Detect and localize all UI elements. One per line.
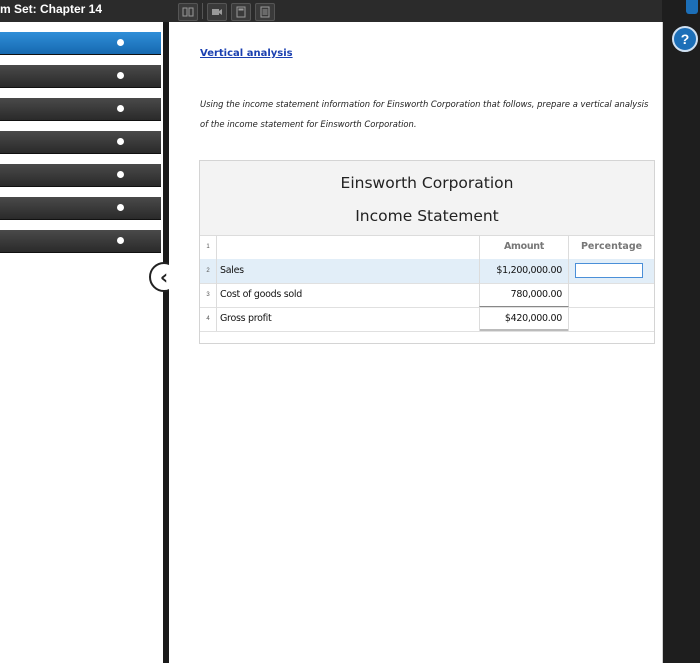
table-row: 2 Sales $1,200,000.00 xyxy=(200,259,654,284)
amount-cell: $420,000.00 xyxy=(479,307,569,331)
sales-percentage-input[interactable] xyxy=(575,263,643,278)
video-icon[interactable] xyxy=(207,3,227,21)
nav-item-1[interactable] xyxy=(0,32,161,55)
nav-dot-icon xyxy=(117,138,124,145)
percentage-cell[interactable] xyxy=(569,283,654,307)
nav-item-6[interactable] xyxy=(0,197,161,220)
nav-dot-icon xyxy=(117,171,124,178)
table-row: 3 Cost of goods sold 780,000.00 xyxy=(200,283,654,308)
expand-tab[interactable] xyxy=(686,0,698,14)
main-border xyxy=(662,22,663,663)
assignment-title: m Set: Chapter 14 xyxy=(0,2,103,16)
nav-item-7[interactable] xyxy=(0,230,161,253)
document-icon[interactable] xyxy=(255,3,275,21)
question-title-link[interactable]: Vertical analysis xyxy=(200,48,293,59)
row-number: 4 xyxy=(200,307,217,331)
help-button[interactable]: ? xyxy=(672,26,698,52)
amount-header: Amount xyxy=(479,235,569,259)
row-number: 1 xyxy=(200,235,217,259)
top-bar: m Set: Chapter 14 xyxy=(0,0,700,22)
toolbar-divider xyxy=(202,3,203,19)
percentage-cell xyxy=(569,259,654,283)
amount-cell: 780,000.00 xyxy=(479,283,569,307)
nav-item-3[interactable] xyxy=(0,98,161,121)
percentage-cell[interactable] xyxy=(569,307,654,331)
nav-item-4[interactable] xyxy=(0,131,161,154)
instructions: Using the income statement information f… xyxy=(200,99,649,129)
question-nav xyxy=(0,22,163,663)
nav-item-5[interactable] xyxy=(0,164,161,187)
table-header-row: 1 Amount Percentage xyxy=(200,235,654,260)
statement-name: Income Statement xyxy=(355,207,499,225)
row-label: Cost of goods sold xyxy=(220,289,303,300)
nav-dot-icon xyxy=(117,204,124,211)
main-content: Vertical analysis Using the income state… xyxy=(169,22,662,663)
worksheet-header: Einsworth Corporation Income Statement xyxy=(200,161,654,236)
nav-dot-icon xyxy=(117,237,124,244)
row-number: 3 xyxy=(200,283,217,307)
worksheet: Einsworth Corporation Income Statement 1… xyxy=(199,160,655,344)
company-name: Einsworth Corporation xyxy=(340,174,514,192)
percentage-header: Percentage xyxy=(580,241,643,252)
table-row: 4 Gross profit $420,000.00 xyxy=(200,307,654,332)
right-panel: ? xyxy=(662,0,700,663)
nav-item-2[interactable] xyxy=(0,65,161,88)
nav-dot-icon xyxy=(117,105,124,112)
nav-dot-icon xyxy=(117,72,124,79)
chevron-left-icon: ‹ xyxy=(159,265,169,289)
book-icon[interactable] xyxy=(178,3,198,21)
nav-dot-icon xyxy=(117,39,124,46)
toolbar xyxy=(178,3,275,21)
calculator-icon[interactable] xyxy=(231,3,251,21)
row-label: Sales xyxy=(220,265,244,276)
row-number: 2 xyxy=(200,259,217,283)
amount-cell: $1,200,000.00 xyxy=(479,259,569,283)
row-label: Gross profit xyxy=(220,313,272,324)
